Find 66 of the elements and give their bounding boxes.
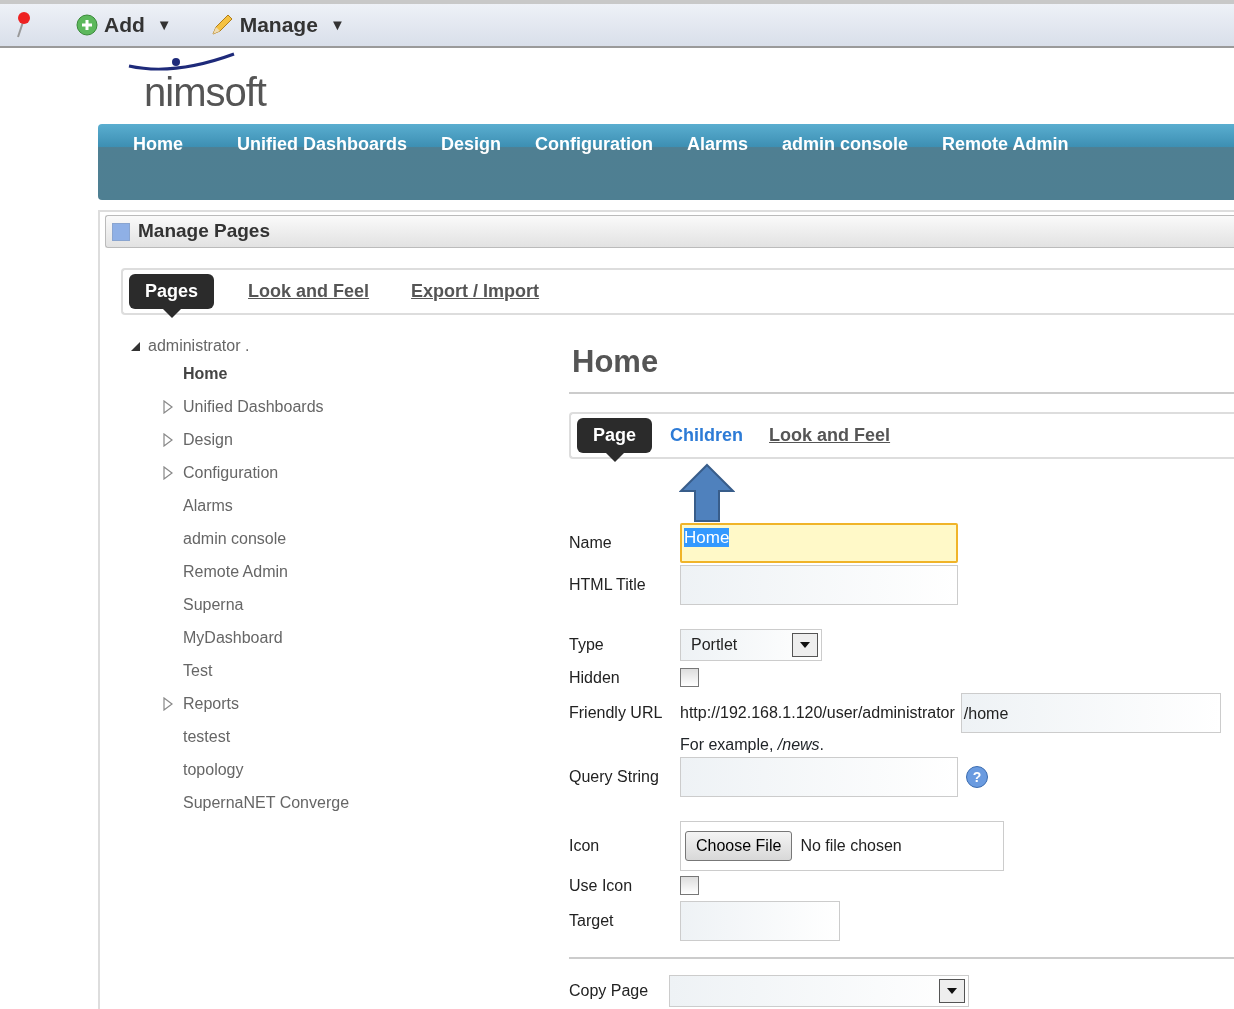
- tab[interactable]: Export / Import: [403, 274, 548, 309]
- nav-link[interactable]: Alarms: [670, 124, 766, 154]
- collapse-triangle-icon[interactable]: [131, 341, 140, 351]
- input-field[interactable]: [680, 756, 958, 797]
- tree-item[interactable]: MyDashboard: [183, 625, 283, 650]
- tab[interactable]: Children: [662, 417, 752, 453]
- menu-button[interactable]: Manage ▼: [209, 9, 345, 41]
- dropdown-arrow-icon: [800, 641, 810, 648]
- expand-triangle-icon: [163, 432, 173, 447]
- nav-link[interactable]: Unified Dashboards: [220, 124, 425, 154]
- tree-item[interactable]: Test: [183, 658, 213, 683]
- tree-item[interactable]: Reports: [183, 691, 240, 716]
- plus-icon: [76, 14, 98, 36]
- page-title: Home: [569, 339, 1234, 394]
- up-arrow: [679, 462, 735, 523]
- tab[interactable]: Look and Feel: [240, 274, 378, 309]
- input-field[interactable]: /home: [960, 692, 1221, 733]
- tree-item[interactable]: admin console: [183, 526, 287, 551]
- tree-item[interactable]: Remote Admin: [183, 559, 288, 584]
- field-label: HTML Title: [569, 574, 647, 595]
- dropdown[interactable]: Portlet: [680, 628, 822, 661]
- tree-item[interactable]: topology: [183, 757, 244, 782]
- expand-triangle-icon: [163, 465, 173, 480]
- expand-triangle-icon: [163, 399, 173, 414]
- logo-text: nimsoft: [143, 72, 268, 112]
- field-label: Icon: [569, 835, 601, 856]
- field-label: Friendly URL: [569, 702, 664, 723]
- tab[interactable]: Look and Feel: [761, 417, 899, 453]
- field-label: Copy Page: [569, 980, 650, 1001]
- checkbox[interactable]: [680, 668, 699, 687]
- url-prefix: http://192.168.1.120/user/administrator: [680, 702, 955, 723]
- checkbox[interactable]: [680, 876, 699, 895]
- file-status: No file chosen: [800, 835, 902, 856]
- nav-link[interactable]: Remote Admin: [925, 124, 1086, 154]
- pointer-icon: [162, 309, 181, 318]
- field-label: Target: [569, 910, 615, 931]
- choose-file-button[interactable]: Choose File: [685, 830, 793, 861]
- file-input[interactable]: Choose File No file chosen: [680, 820, 1004, 871]
- nav-link[interactable]: Design: [424, 124, 519, 154]
- tree-item[interactable]: SupernaNET Converge: [183, 790, 350, 815]
- nav-link[interactable]: Home: [116, 124, 220, 154]
- window-icon: [112, 222, 130, 241]
- tree-item[interactable]: administrator .: [148, 334, 250, 358]
- field-label: Type: [569, 634, 605, 655]
- menu-button[interactable]: Add ▼: [76, 9, 172, 41]
- tree-item[interactable]: Configuration: [183, 460, 279, 485]
- input-field[interactable]: [680, 564, 958, 605]
- nav-link[interactable]: admin console: [765, 124, 926, 154]
- panel-title: Manage Pages: [138, 219, 270, 244]
- tree-item[interactable]: Alarms: [183, 493, 233, 518]
- hint-text: For example, /news.: [679, 734, 826, 755]
- field-label: Hidden: [569, 667, 621, 688]
- nav-link[interactable]: Configuration: [518, 124, 671, 154]
- tree-item[interactable]: testest: [183, 724, 231, 749]
- tree-item[interactable]: Superna: [183, 592, 244, 617]
- expand-triangle-icon: [163, 696, 173, 711]
- field-label: Query String: [569, 766, 660, 787]
- dropdown-arrow-icon: [947, 987, 957, 994]
- field-label: Use Icon: [569, 875, 634, 896]
- tree-item[interactable]: Home: [183, 361, 228, 386]
- input-field[interactable]: [680, 900, 840, 941]
- tree-item[interactable]: Design: [183, 427, 233, 452]
- field-label: Name: [569, 532, 613, 553]
- pencil-icon: [209, 13, 234, 37]
- tree-item[interactable]: Unified Dashboards: [183, 394, 324, 419]
- pointer-icon: [605, 452, 624, 462]
